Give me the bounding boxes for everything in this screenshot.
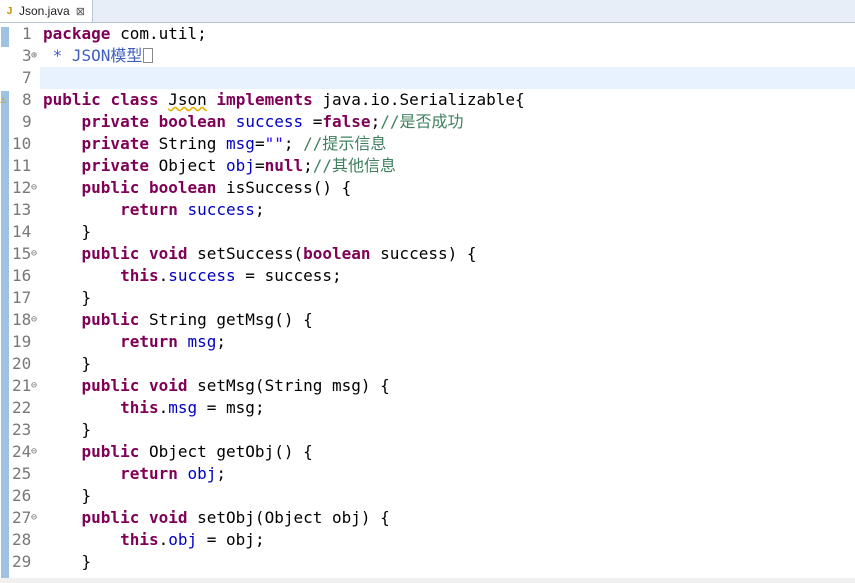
line-number: 23 bbox=[12, 420, 32, 439]
code-line: } bbox=[81, 288, 92, 307]
folded-content-icon[interactable] bbox=[143, 48, 154, 63]
code-line: private boolean success =false;//是否成功 bbox=[81, 112, 464, 131]
line-number: 26 bbox=[12, 486, 32, 505]
code-line: package com.util; bbox=[43, 24, 207, 43]
code-line: public void setObj(Object obj) { bbox=[81, 508, 390, 527]
code-line: private Object obj=null;//其他信息 bbox=[81, 156, 397, 175]
code-line: public void setMsg(String msg) { bbox=[81, 376, 390, 395]
warning-icon[interactable]: ⚠ bbox=[0, 94, 12, 106]
editor-tab-bar: J Json.java ⊠ bbox=[0, 0, 855, 23]
line-number: 19 bbox=[12, 332, 32, 351]
line-number: 16 bbox=[12, 266, 32, 285]
line-number: 20 bbox=[12, 354, 32, 373]
line-number: 10 bbox=[12, 134, 32, 153]
code-line: public void setSuccess(boolean success) … bbox=[81, 244, 477, 263]
close-icon[interactable]: ⊠ bbox=[76, 5, 85, 18]
expand-fold-icon[interactable]: ⊕ bbox=[31, 45, 37, 67]
code-line: this.msg = msg; bbox=[120, 398, 265, 417]
change-marker bbox=[1, 27, 9, 47]
tab-title: Json.java bbox=[19, 4, 70, 18]
code-line: this.success = success; bbox=[120, 266, 342, 285]
java-file-icon: J bbox=[6, 5, 13, 17]
horizontal-scrollbar[interactable] bbox=[0, 578, 855, 583]
line-number: 24 bbox=[12, 442, 32, 461]
code-line: } bbox=[81, 222, 92, 241]
line-number: 27 bbox=[12, 508, 32, 527]
code-line: public class Json implements java.io.Ser… bbox=[43, 90, 525, 109]
code-line: public Object getObj() { bbox=[81, 442, 313, 461]
line-number: 11 bbox=[12, 156, 32, 175]
line-number: 18 bbox=[12, 310, 32, 329]
code-editor[interactable]: package com.util; * JSON模型 public class … bbox=[43, 23, 855, 583]
code-line: * JSON模型 bbox=[43, 45, 154, 67]
code-line: } bbox=[81, 552, 92, 571]
change-marker bbox=[1, 91, 9, 581]
line-number: 7 bbox=[22, 68, 32, 87]
code-line: } bbox=[81, 420, 92, 439]
line-number: 17 bbox=[12, 288, 32, 307]
line-number: 8 bbox=[22, 90, 32, 109]
line-number: 13 bbox=[12, 200, 32, 219]
code-line: this.obj = obj; bbox=[120, 530, 265, 549]
collapse-fold-icon[interactable]: ⊖ bbox=[31, 441, 37, 463]
collapse-fold-icon[interactable]: ⊖ bbox=[31, 309, 37, 331]
line-number: 25 bbox=[12, 464, 32, 483]
code-line: return obj; bbox=[120, 464, 227, 483]
collapse-fold-icon[interactable]: ⊖ bbox=[31, 177, 37, 199]
code-line: public String getMsg() { bbox=[81, 310, 313, 329]
code-line: return msg; bbox=[120, 332, 227, 351]
line-number-gutter: 1 3 7 8 9 10 11 12 13 14 15 16 17 18 19 … bbox=[10, 23, 40, 583]
code-line: private String msg=""; //提示信息 bbox=[81, 134, 387, 153]
line-number: 29 bbox=[12, 552, 32, 571]
code-line: public boolean isSuccess() { bbox=[81, 178, 352, 197]
line-number: 15 bbox=[12, 244, 32, 263]
collapse-fold-icon[interactable]: ⊖ bbox=[31, 243, 37, 265]
change-ruler bbox=[0, 23, 10, 583]
line-number: 9 bbox=[22, 112, 32, 131]
code-line: } bbox=[81, 354, 92, 373]
line-number: 22 bbox=[12, 398, 32, 417]
line-number: 1 bbox=[22, 24, 32, 43]
collapse-fold-icon[interactable]: ⊖ bbox=[31, 375, 37, 397]
code-line: return success; bbox=[120, 200, 265, 219]
line-number: 28 bbox=[12, 530, 32, 549]
code-line: } bbox=[81, 486, 92, 505]
collapse-fold-icon[interactable]: ⊖ bbox=[31, 507, 37, 529]
line-number: 21 bbox=[12, 376, 32, 395]
line-number: 14 bbox=[12, 222, 32, 241]
line-number: 12 bbox=[12, 178, 32, 197]
tab-json-java[interactable]: J Json.java ⊠ bbox=[0, 0, 93, 22]
